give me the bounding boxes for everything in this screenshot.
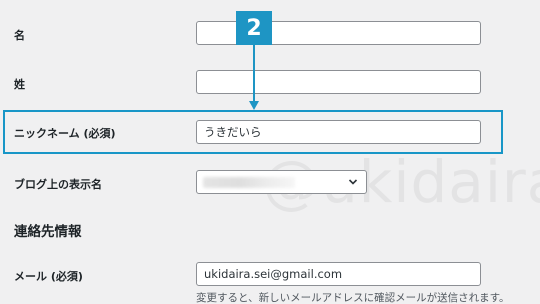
- nickname-label: ニックネーム (必須): [14, 127, 116, 140]
- profile-settings-form: @ukidaira 名 姓 ニックネーム (必須) ブログ上の表示名 連絡先情報…: [0, 0, 540, 304]
- email-label: メール (必須): [14, 270, 83, 283]
- contact-info-heading: 連絡先情報: [14, 224, 82, 240]
- email-hint: 変更すると、新しいメールアドレスに確認メールが送信されます。: [196, 292, 510, 304]
- display-name-label: ブログ上の表示名: [14, 178, 102, 191]
- email-input[interactable]: [196, 262, 481, 286]
- display-name-select[interactable]: [196, 170, 367, 194]
- last-name-label: 姓: [14, 78, 25, 91]
- arrow-down-icon: [249, 45, 259, 110]
- chevron-down-icon: [348, 179, 358, 185]
- nickname-input[interactable]: [196, 120, 481, 144]
- blurred-display-name: [203, 177, 295, 188]
- first-name-label: 名: [14, 29, 25, 42]
- last-name-input[interactable]: [196, 70, 481, 94]
- step-badge: 2: [236, 11, 272, 45]
